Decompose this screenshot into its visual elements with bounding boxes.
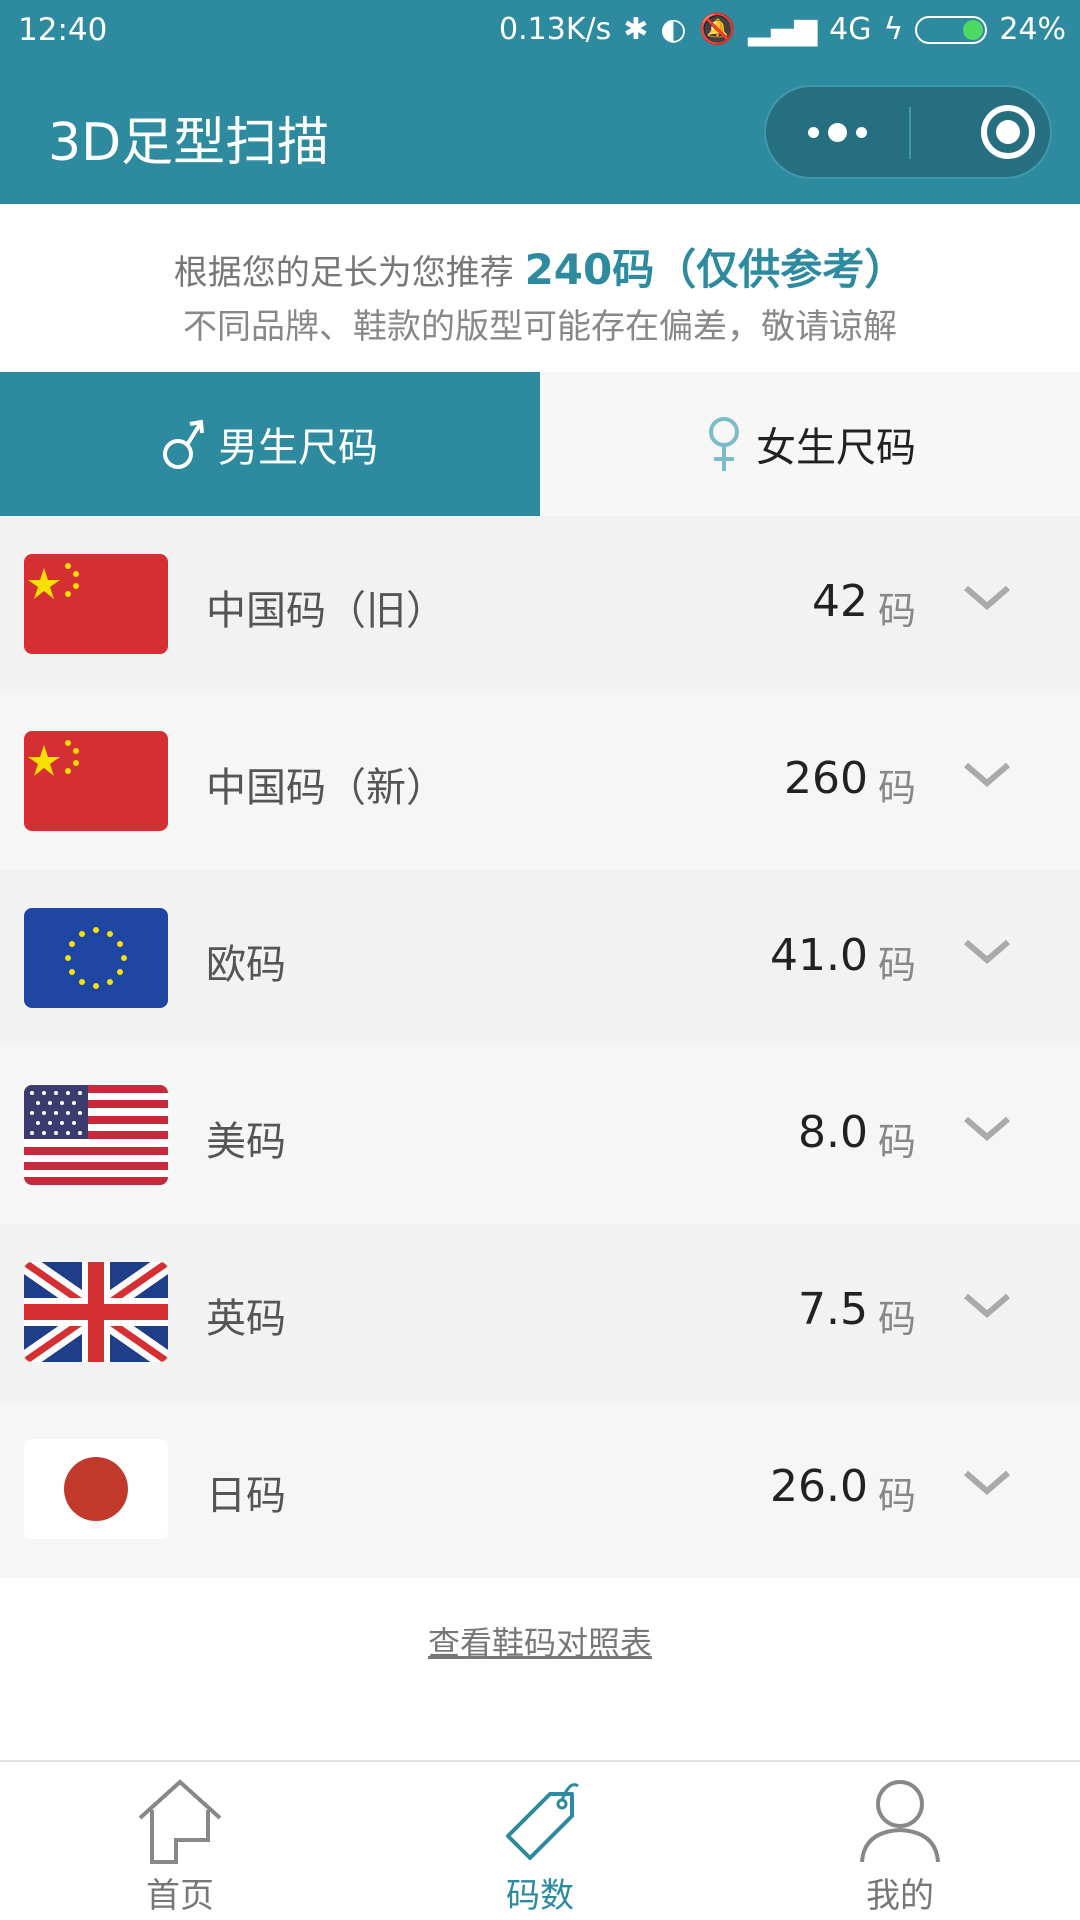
- tab-home[interactable]: 首页: [0, 1762, 360, 1920]
- female-icon: [704, 415, 744, 473]
- charging-icon: ϟ: [883, 12, 904, 47]
- tab-male[interactable]: 男生尺码: [0, 372, 540, 516]
- tab-home-label: 首页: [146, 1876, 214, 1916]
- country-label: 美码: [206, 1119, 286, 1165]
- toggle-icon: ◐: [660, 12, 687, 47]
- signal-icon: ▂▄▆: [747, 12, 818, 47]
- size-value: 260: [784, 753, 868, 804]
- chevron-down-icon[interactable]: [962, 1282, 1012, 1332]
- size-value: 7.5: [798, 1284, 868, 1335]
- us-flag-icon: [24, 1085, 168, 1185]
- country-label: 日码: [206, 1473, 286, 1519]
- chevron-down-icon[interactable]: [962, 1105, 1012, 1155]
- tab-mine-label: 我的: [866, 1876, 934, 1916]
- size-unit: 码: [878, 766, 917, 810]
- size-value: 41.0: [770, 930, 868, 981]
- network-speed: 0.13K/s: [499, 12, 612, 47]
- size-row-cn-new[interactable]: 中国码（新） 260 码: [0, 693, 1080, 870]
- size-unit: 码: [878, 943, 917, 987]
- capsule-divider: [909, 107, 911, 159]
- size-unit: 码: [878, 1120, 917, 1164]
- tab-female[interactable]: 女生尺码: [540, 372, 1080, 516]
- size-value: 8.0: [798, 1107, 868, 1158]
- size-row-cn-old[interactable]: 中国码（旧） 42 码: [0, 516, 1080, 693]
- mute-icon: 🔕: [698, 12, 736, 47]
- size-list: 中国码（旧） 42 码 中国码（新） 260 码 欧码 41.0 码 美码 8.…: [0, 516, 1080, 1578]
- nav-bar: 3D足型扫描: [0, 62, 1080, 204]
- size-row-uk[interactable]: 英码 7.5 码: [0, 1224, 1080, 1401]
- recommended-size: 240码（仅供参考）: [524, 245, 907, 294]
- bluetooth-icon: ✱: [623, 12, 649, 47]
- size-chart-link[interactable]: 查看鞋码对照表: [0, 1618, 1080, 1664]
- size-row-us[interactable]: 美码 8.0 码: [0, 1047, 1080, 1224]
- battery-percent: 24%: [999, 12, 1066, 47]
- footer-area: [0, 1578, 1080, 1760]
- close-miniprogram-button[interactable]: [981, 105, 1035, 159]
- battery-icon: [915, 16, 988, 44]
- tab-sizes[interactable]: 码数: [360, 1762, 720, 1920]
- network-type: 4G: [829, 12, 872, 47]
- size-row-jp[interactable]: 日码 26.0 码: [0, 1401, 1080, 1578]
- size-value: 26.0: [770, 1461, 868, 1512]
- recommendation-panel: 根据您的足长为您推荐 240码（仅供参考） 不同品牌、鞋款的版型可能存在偏差，敬…: [0, 204, 1080, 372]
- page-title: 3D足型扫描: [48, 113, 330, 173]
- size-row-eu[interactable]: 欧码 41.0 码: [0, 870, 1080, 1047]
- eu-flag-icon: [24, 908, 168, 1008]
- status-time: 12:40: [18, 12, 108, 48]
- user-icon: [860, 1780, 940, 1863]
- size-value: 42: [812, 576, 868, 627]
- home-icon: [138, 1779, 222, 1864]
- chevron-down-icon[interactable]: [962, 928, 1012, 978]
- recommendation-note: 不同品牌、鞋款的版型可能存在偏差，敬请谅解: [183, 307, 897, 347]
- country-label: 欧码: [206, 942, 286, 988]
- tab-female-label: 女生尺码: [756, 425, 916, 471]
- gender-tabs: 男生尺码 女生尺码: [0, 372, 1080, 516]
- country-label: 中国码（旧）: [206, 588, 446, 634]
- uk-flag-icon: [24, 1262, 168, 1362]
- recommendation-prefix: 根据您的足长为您推荐: [173, 253, 514, 293]
- china-flag-icon: [24, 554, 168, 654]
- tab-sizes-label: 码数: [506, 1876, 574, 1916]
- country-label: 英码: [206, 1296, 286, 1342]
- size-unit: 码: [878, 1297, 917, 1341]
- chevron-down-icon[interactable]: [962, 574, 1012, 624]
- size-unit: 码: [878, 1474, 917, 1518]
- bottom-tab-bar: 首页 码数 我的: [0, 1760, 1080, 1920]
- size-unit: 码: [878, 589, 917, 633]
- japan-flag-icon: [24, 1439, 168, 1539]
- more-button[interactable]: [766, 87, 909, 177]
- status-bar: 12:40 0.13K/s ✱ ◐ 🔕 ▂▄▆ 4G ϟ 24%: [0, 0, 1080, 62]
- chevron-down-icon[interactable]: [962, 751, 1012, 801]
- male-icon: [162, 416, 206, 472]
- tag-icon: [506, 1783, 579, 1860]
- miniprogram-capsule: [764, 85, 1052, 179]
- country-label: 中国码（新）: [206, 765, 446, 811]
- china-flag-icon: [24, 731, 168, 831]
- chevron-down-icon[interactable]: [962, 1459, 1012, 1509]
- tab-male-label: 男生尺码: [218, 425, 378, 471]
- tab-mine[interactable]: 我的: [720, 1762, 1080, 1920]
